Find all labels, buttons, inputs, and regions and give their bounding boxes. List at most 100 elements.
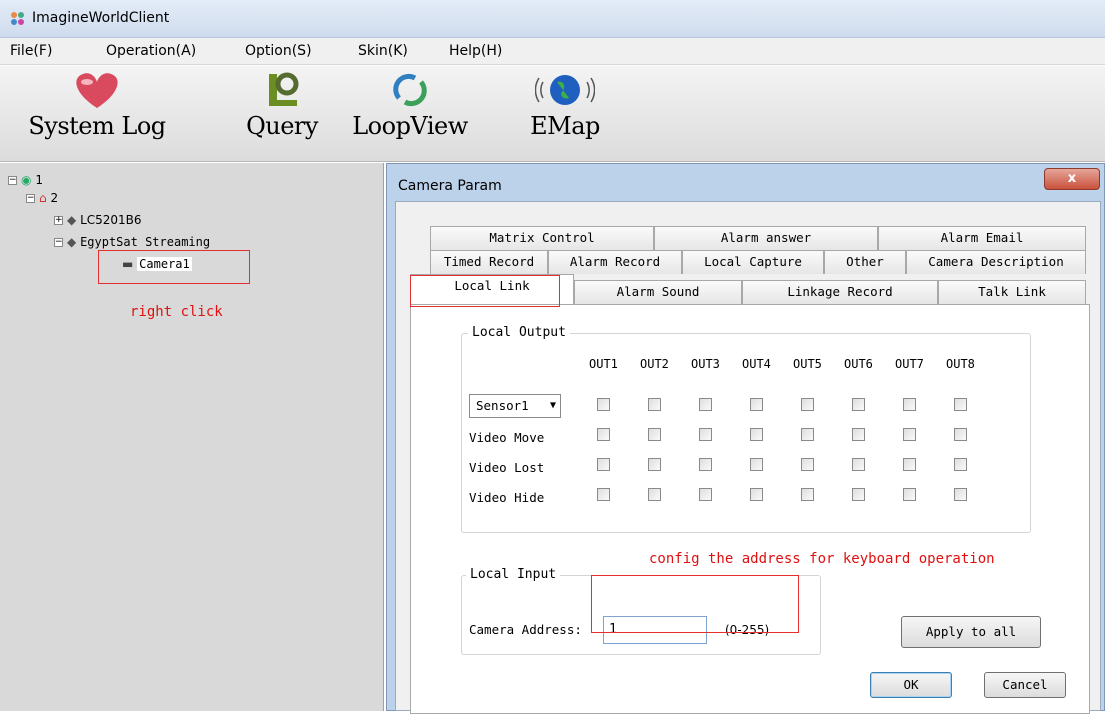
device-1-label: LC5201B6 (80, 213, 142, 227)
system-log-label: System Log (28, 112, 166, 140)
camera-param-dialog: Camera Param x Matrix Control Alarm answ… (386, 163, 1105, 714)
sensor-select[interactable]: Sensor1 ▼ (469, 394, 561, 418)
output-checkbox[interactable] (903, 488, 916, 501)
menu-help[interactable]: Help(H) (449, 43, 502, 59)
tree-node-device-2[interactable]: − ◆ EgyptSat Streaming (54, 235, 210, 249)
tab-alarm-email[interactable]: Alarm Email (878, 226, 1086, 250)
output-checkbox[interactable] (750, 428, 763, 441)
tab-local-capture[interactable]: Local Capture (682, 250, 824, 274)
device-tree-panel: − ◉ 1 − ⌂ 2 + ◆ LC5201B6 − ◆ EgyptSat Stream… (0, 163, 384, 711)
tree-node-2[interactable]: − ⌂ 2 (26, 191, 58, 205)
output-checkbox[interactable] (750, 398, 763, 411)
collapse-icon[interactable]: − (54, 238, 63, 247)
collapse-icon[interactable]: − (26, 194, 35, 203)
output-checkbox[interactable] (699, 458, 712, 471)
tree-node-device-1[interactable]: + ◆ LC5201B6 (54, 213, 142, 227)
menu-option[interactable]: Option(S) (245, 43, 312, 59)
output-checkbox[interactable] (597, 488, 610, 501)
column-header: OUT2 (640, 357, 669, 371)
menu-file[interactable]: File(F) (10, 43, 52, 59)
local-input-label: Local Input (466, 567, 561, 582)
device-2-label: EgyptSat Streaming (80, 235, 211, 249)
loopview-button[interactable]: LoopView (340, 68, 480, 140)
query-button[interactable]: Query (222, 68, 342, 140)
tab-other[interactable]: Other (824, 250, 906, 274)
output-checkbox[interactable] (801, 398, 814, 411)
tree-node-root[interactable]: − ◉ 1 (8, 173, 43, 187)
emap-button[interactable]: EMap (510, 68, 620, 140)
network-icon: ◉ (21, 173, 32, 187)
annotation-right-click: right click (130, 304, 223, 320)
sensor-select-value: Sensor1 (476, 398, 529, 413)
output-checkbox[interactable] (954, 458, 967, 471)
output-checkbox[interactable] (903, 398, 916, 411)
output-checkbox[interactable] (801, 458, 814, 471)
tree-node-2-label: 2 (50, 191, 59, 205)
output-checkbox[interactable] (852, 398, 865, 411)
row-video-lost: Video Lost (469, 460, 545, 475)
annotation-keyboard-address: config the address for keyboard operatio… (649, 551, 995, 567)
collapse-icon[interactable]: − (8, 176, 17, 185)
output-checkbox[interactable] (852, 428, 865, 441)
output-checkbox[interactable] (903, 428, 916, 441)
ok-button[interactable]: OK (870, 672, 952, 698)
column-header: OUT5 (793, 357, 822, 371)
output-checkbox[interactable] (699, 428, 712, 441)
tab-talk-link[interactable]: Talk Link (938, 280, 1086, 304)
query-label: Query (246, 112, 318, 140)
column-header: OUT1 (589, 357, 618, 371)
output-checkbox[interactable] (801, 488, 814, 501)
tree-root-label: 1 (35, 173, 43, 187)
output-checkbox[interactable] (597, 458, 610, 471)
column-header: OUT6 (844, 357, 873, 371)
heart-icon (76, 73, 118, 108)
device-icon: ◆ (67, 213, 77, 227)
output-checkbox[interactable] (699, 488, 712, 501)
cancel-button[interactable]: Cancel (984, 672, 1066, 698)
output-checkbox[interactable] (648, 488, 661, 501)
highlight-box (591, 575, 799, 633)
output-checkbox[interactable] (954, 398, 967, 411)
system-log-button[interactable]: System Log (22, 68, 172, 140)
output-checkbox[interactable] (954, 428, 967, 441)
column-header: OUT7 (895, 357, 924, 371)
apply-to-all-button[interactable]: Apply to all (901, 616, 1041, 648)
output-checkbox[interactable] (750, 458, 763, 471)
local-output-label: Local Output (468, 325, 570, 340)
tab-matrix-control[interactable]: Matrix Control (430, 226, 654, 250)
output-checkbox[interactable] (597, 398, 610, 411)
output-checkbox[interactable] (954, 488, 967, 501)
output-checkbox[interactable] (852, 458, 865, 471)
local-link-page: Local Output OUT1 OUT2 OUT3 OUT4 OUT5 OUT6 OUT… (410, 304, 1090, 714)
tab-alarm-sound[interactable]: Alarm Sound (574, 280, 742, 304)
loopview-label: LoopView (352, 112, 468, 140)
loop-arrows-icon (393, 73, 427, 107)
tab-linkage-record[interactable]: Linkage Record (742, 280, 938, 304)
output-checkbox[interactable] (852, 488, 865, 501)
query-icon (269, 72, 299, 106)
column-header: OUT8 (946, 357, 975, 371)
expand-icon[interactable]: + (54, 216, 63, 225)
menu-skin[interactable]: Skin(K) (358, 43, 408, 59)
output-checkbox[interactable] (648, 428, 661, 441)
tab-camera-description[interactable]: Camera Description (906, 250, 1086, 274)
row-video-hide: Video Hide (469, 490, 545, 505)
output-checkbox[interactable] (801, 428, 814, 441)
menu-operation[interactable]: Operation(A) (106, 43, 196, 59)
output-checkbox[interactable] (648, 398, 661, 411)
app-title: ImagineWorldClient (32, 10, 170, 26)
output-checkbox[interactable] (597, 428, 610, 441)
output-checkbox[interactable] (648, 458, 661, 471)
tab-alarm-answer[interactable]: Alarm answer (654, 226, 878, 250)
house-icon: ⌂ (39, 191, 47, 205)
output-checkbox[interactable] (699, 398, 712, 411)
close-button[interactable]: x (1044, 168, 1100, 190)
output-checkbox[interactable] (903, 458, 916, 471)
tab-timed-record[interactable]: Timed Record (430, 250, 548, 274)
dialog-body: Matrix Control Alarm answer Alarm Email … (395, 201, 1101, 714)
menu-bar: File(F) Operation(A) Option(S) Skin(K) H… (0, 38, 1105, 65)
output-checkbox[interactable] (750, 488, 763, 501)
app-logo-icon (11, 12, 24, 25)
device-icon: ◆ (67, 235, 77, 249)
tab-alarm-record[interactable]: Alarm Record (548, 250, 682, 274)
